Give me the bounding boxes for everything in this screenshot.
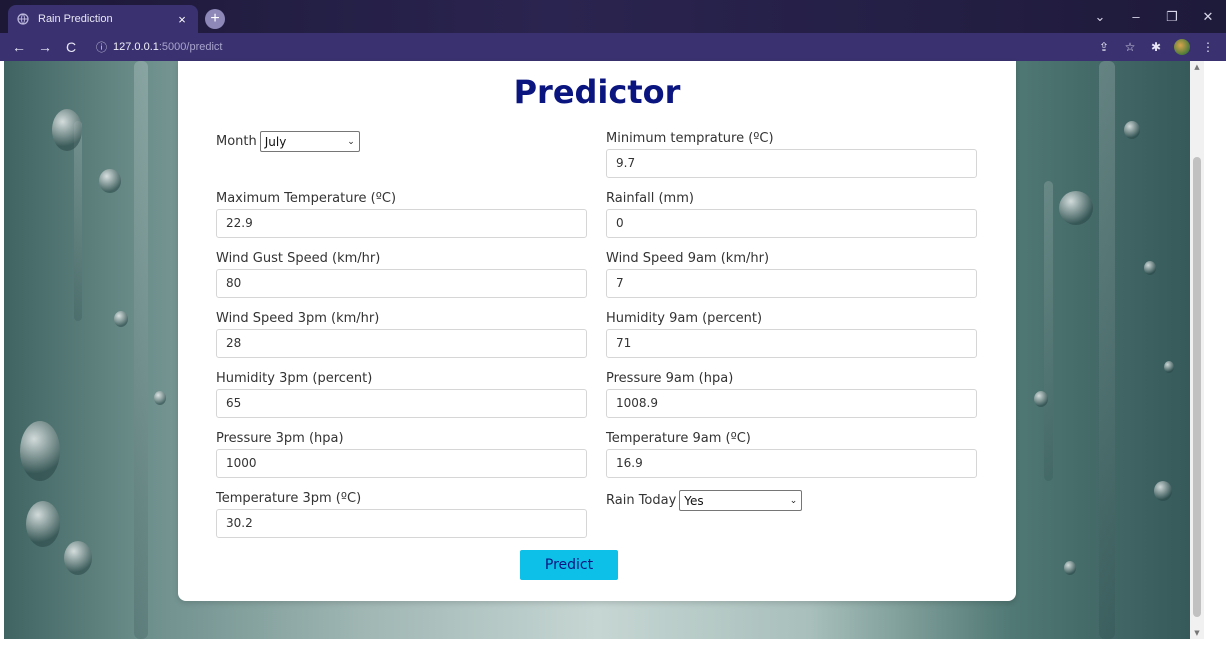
rain-drop [52,109,82,151]
chevron-down-icon: ⌄ [789,495,798,506]
browser-tab-strip: Rain Prediction × + ⌄ – ❐ ✕ [0,0,1226,33]
pressure-3pm-label: Pressure 3pm (hpa) [216,431,344,446]
rain-drop [154,391,166,405]
pressure-3pm-field: Pressure 3pm (hpa) 1000 [216,431,587,478]
bookmark-star-icon[interactable]: ☆ [1122,40,1138,54]
humidity-3pm-input[interactable]: 65 [216,389,587,418]
url-input[interactable]: ⓘ 127.0.0.1 :5000/predict [88,36,1088,58]
temp-9am-label: Temperature 9am (ºC) [606,431,751,446]
extensions-icon[interactable]: ✱ [1148,40,1164,54]
humidity-9am-input[interactable]: 71 [606,329,977,358]
rain-streak [1099,61,1115,639]
chevron-down-icon: ⌄ [347,136,355,147]
rain-drop [20,421,60,481]
rain-drop [1064,561,1076,575]
max-temp-input[interactable]: 22.9 [216,209,587,238]
rain-drop [99,169,121,193]
min-temp-label: Minimum temprature (ºC) [606,131,774,146]
max-temp-field: Maximum Temperature (ºC) 22.9 [216,191,587,238]
page-title: Predictor [513,73,681,111]
rain-drop [64,541,92,575]
rain-drop [1124,121,1140,139]
rain-drop [114,311,128,327]
rain-drop [26,501,60,547]
humidity-9am-field: Humidity 9am (percent) 71 [606,311,977,358]
menu-icon[interactable]: ⋮ [1200,40,1216,54]
temp-3pm-field: Temperature 3pm (ºC) 30.2 [216,491,587,538]
window-controls: ⌄ – ❐ ✕ [1082,0,1226,33]
month-field: Month July ⌄ [216,131,360,152]
rainfall-field: Rainfall (mm) 0 [606,191,977,238]
rain-today-field: Rain Today Yes ⌄ [606,490,803,511]
month-select[interactable]: July ⌄ [259,131,360,152]
reload-button[interactable]: C [58,39,84,55]
share-icon[interactable]: ⇪ [1096,40,1112,54]
close-tab-icon[interactable]: × [174,12,190,27]
wind-gust-speed-label: Wind Gust Speed (km/hr) [216,251,381,266]
wind-gust-speed-field: Wind Gust Speed (km/hr) 80 [216,251,587,298]
predict-button[interactable]: Predict [520,550,618,580]
rain-drop [1154,481,1172,501]
close-window-button[interactable]: ✕ [1190,0,1226,33]
month-selected-value: July [264,134,287,149]
profile-avatar[interactable] [1174,39,1190,55]
toolbar-icons: ⇪ ☆ ✱ ⋮ [1096,33,1216,61]
rain-streak [74,121,82,321]
wind-speed-9am-label: Wind Speed 9am (km/hr) [606,251,770,266]
tab-search-icon[interactable]: ⌄ [1082,0,1118,33]
temp-3pm-label: Temperature 3pm (ºC) [216,491,362,506]
rainfall-input[interactable]: 0 [606,209,977,238]
wind-speed-9am-field: Wind Speed 9am (km/hr) 7 [606,251,977,298]
rain-drop [1144,261,1156,275]
address-bar-row: ← → C ⓘ 127.0.0.1 :5000/predict ⇪ ☆ ✱ ⋮ [0,33,1226,61]
wind-speed-3pm-field: Wind Speed 3pm (km/hr) 28 [216,311,587,358]
url-host: 127.0.0.1 [113,41,159,53]
rain-drop [1034,391,1048,407]
temp-3pm-input[interactable]: 30.2 [216,509,587,538]
wind-speed-3pm-input[interactable]: 28 [216,329,587,358]
rain-drop [1059,191,1093,225]
pressure-9am-input[interactable]: 1008.9 [606,389,977,418]
wind-gust-speed-input[interactable]: 80 [216,269,587,298]
min-temp-input[interactable]: 9.7 [606,149,977,178]
humidity-9am-label: Humidity 9am (percent) [606,311,763,326]
forward-button[interactable]: → [32,39,58,55]
wind-speed-9am-input[interactable]: 7 [606,269,977,298]
temp-9am-input[interactable]: 16.9 [606,449,977,478]
pressure-3pm-input[interactable]: 1000 [216,449,587,478]
pressure-9am-label: Pressure 9am (hpa) [606,371,734,386]
site-info-icon[interactable]: ⓘ [96,39,107,55]
back-button[interactable]: ← [6,39,32,55]
scroll-up-arrow-icon[interactable]: ▲ [1190,63,1204,71]
page-scrollbar[interactable]: ▲ ▼ [1190,61,1204,639]
minimize-button[interactable]: – [1118,0,1154,33]
rainfall-label: Rainfall (mm) [606,191,694,206]
rain-today-selected-value: Yes [684,493,704,508]
globe-icon [16,12,30,26]
pressure-9am-field: Pressure 9am (hpa) 1008.9 [606,371,977,418]
rain-streak [1044,181,1053,481]
rain-drop [1164,361,1174,373]
scroll-down-arrow-icon[interactable]: ▼ [1190,629,1204,637]
temp-9am-field: Temperature 9am (ºC) 16.9 [606,431,977,478]
rain-today-label: Rain Today [606,493,677,508]
predictor-form-card: Predictor Month July ⌄ Minimum tempratur… [178,61,1016,601]
humidity-3pm-label: Humidity 3pm (percent) [216,371,373,386]
rain-today-select[interactable]: Yes ⌄ [679,490,803,511]
max-temp-label: Maximum Temperature (ºC) [216,191,397,206]
restore-button[interactable]: ❐ [1154,0,1190,33]
min-temp-field: Minimum temprature (ºC) 9.7 [606,131,977,178]
tab-title: Rain Prediction [38,13,113,25]
browser-tab[interactable]: Rain Prediction × [8,5,198,33]
humidity-3pm-field: Humidity 3pm (percent) 65 [216,371,587,418]
scrollbar-thumb[interactable] [1193,157,1201,617]
month-label: Month [216,134,257,149]
new-tab-button[interactable]: + [205,9,225,29]
wind-speed-3pm-label: Wind Speed 3pm (km/hr) [216,311,380,326]
url-path: :5000/predict [158,41,223,53]
rain-streak [134,61,148,639]
